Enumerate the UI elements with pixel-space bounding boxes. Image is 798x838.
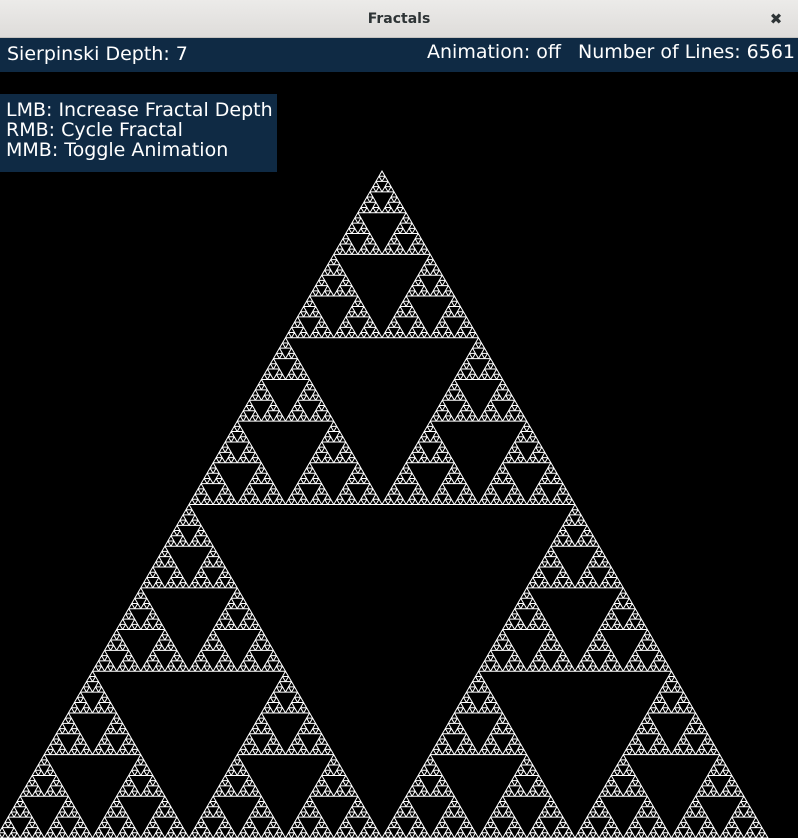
animation-status-label: Animation: off <box>427 41 562 63</box>
app-window: Fractals ✖ Sierpinski Depth: 7 Animation… <box>0 0 798 838</box>
status-bar: Sierpinski Depth: 7 Animation: off Numbe… <box>0 38 798 72</box>
fractal-depth-label: Sierpinski Depth: 7 <box>7 43 188 65</box>
help-line-lmb: LMB: Increase Fractal Depth <box>6 99 273 121</box>
line-count-label: Number of Lines: 6561 <box>578 41 796 63</box>
controls-help-panel: LMB: Increase Fractal Depth RMB: Cycle F… <box>0 94 277 172</box>
sierpinski-path <box>0 170 769 838</box>
help-line-rmb: RMB: Cycle Fractal <box>6 119 183 141</box>
close-icon[interactable]: ✖ <box>766 9 786 29</box>
help-line-mmb: MMB: Toggle Animation <box>6 139 229 161</box>
title-bar[interactable]: Fractals ✖ <box>0 0 798 38</box>
window-title: Fractals <box>367 11 431 27</box>
fractal-canvas[interactable]: Sierpinski Depth: 7 Animation: off Numbe… <box>0 38 798 838</box>
